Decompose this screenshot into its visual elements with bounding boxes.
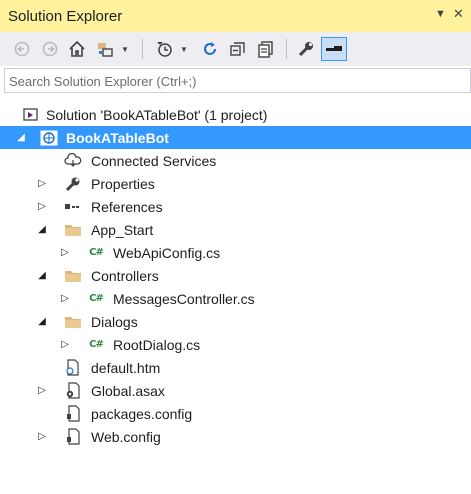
properties-icon[interactable] [295, 37, 317, 61]
collapsed-arrow-icon[interactable]: ▷ [35, 425, 49, 448]
title-bar: Solution Explorer ▼ ✕ [0, 0, 471, 32]
config-file-icon [64, 405, 82, 422]
html-file-icon [64, 359, 82, 376]
tree-item-web-config[interactable]: ▷ Web.config [0, 425, 471, 448]
references-icon [64, 198, 82, 215]
tree-item-controllers[interactable]: ◢ Controllers [0, 264, 471, 287]
switch-views-icon[interactable] [94, 37, 116, 61]
tree-item-default-htm[interactable]: default.htm [0, 356, 471, 379]
show-all-files-icon[interactable] [255, 37, 277, 61]
tree-item-messagescontroller[interactable]: ▷ C# MessagesController.cs [0, 287, 471, 310]
tree-item-label: packages.config [91, 406, 193, 422]
tree-item-label: BookATableBot [66, 130, 169, 146]
tree-item-label: Solution 'BookATableBot' (1 project) [46, 107, 268, 123]
config-file-icon [64, 382, 82, 399]
filter-dropdown-icon[interactable]: ▼ [177, 37, 191, 61]
collapsed-arrow-icon[interactable]: ▷ [58, 333, 72, 356]
expanded-arrow-icon[interactable]: ◢ [35, 264, 49, 287]
preview-selected-icon[interactable] [321, 37, 347, 61]
tree-item-references[interactable]: ▷ References [0, 195, 471, 218]
tree-item-rootdialog[interactable]: ▷ C# RootDialog.cs [0, 333, 471, 356]
tree-item-project[interactable]: ◢ BookATableBot [0, 126, 471, 149]
tree-item-label: Web.config [91, 429, 161, 445]
collapsed-arrow-icon[interactable]: ▷ [35, 172, 49, 195]
folder-icon [64, 267, 82, 284]
expanded-arrow-icon[interactable]: ◢ [35, 310, 49, 333]
pending-changes-filter-icon[interactable] [153, 37, 175, 61]
forward-icon[interactable] [40, 37, 60, 61]
solution-icon [22, 106, 40, 123]
toolbar: ▼ ▼ [0, 32, 471, 66]
tree-item-label: WebApiConfig.cs [113, 245, 221, 261]
collapsed-arrow-icon[interactable]: ▷ [35, 195, 49, 218]
dropdown-pin-icon[interactable]: ▼ [435, 8, 446, 20]
window-title: Solution Explorer [8, 8, 123, 25]
tree-item-app-start[interactable]: ◢ App_Start [0, 218, 471, 241]
tree-item-webapiconfig[interactable]: ▷ C# WebApiConfig.cs [0, 241, 471, 264]
home-icon[interactable] [66, 37, 88, 61]
expanded-arrow-icon[interactable]: ◢ [14, 126, 28, 149]
tree-item-label: App_Start [91, 222, 154, 238]
collapsed-arrow-icon[interactable]: ▷ [58, 241, 72, 264]
search-input[interactable]: Search Solution Explorer (Ctrl+;) [4, 68, 471, 93]
collapsed-arrow-icon[interactable]: ▷ [58, 287, 72, 310]
tree-item-connected-services[interactable]: Connected Services [0, 149, 471, 172]
expanded-arrow-icon[interactable]: ◢ [35, 218, 49, 241]
tree-item-properties[interactable]: ▷ Properties [0, 172, 471, 195]
search-placeholder: Search Solution Explorer (Ctrl+;) [9, 74, 197, 89]
collapsed-arrow-icon[interactable]: ▷ [35, 379, 49, 402]
tree-item-label: References [91, 199, 163, 215]
tree-item-packages-config[interactable]: packages.config [0, 402, 471, 425]
tree-item-label: default.htm [91, 360, 161, 376]
tree-item-dialogs[interactable]: ◢ Dialogs [0, 310, 471, 333]
toolbar-separator [142, 39, 143, 59]
tree-item-solution[interactable]: Solution 'BookATableBot' (1 project) [0, 103, 471, 126]
tree-item-label: Controllers [91, 268, 159, 284]
tree-item-label: RootDialog.cs [113, 337, 201, 353]
cloud-services-icon [64, 152, 82, 169]
refresh-icon[interactable] [199, 37, 221, 61]
tree-item-label: Global.asax [91, 383, 165, 399]
web-project-icon [40, 129, 58, 146]
tree-item-label: MessagesController.cs [113, 291, 255, 307]
csharp-file-icon: C# [89, 339, 104, 350]
tree-item-label: Properties [91, 176, 155, 192]
tree-item-label: Connected Services [91, 153, 217, 169]
tree-item-global-asax[interactable]: ▷ Global.asax [0, 379, 471, 402]
folder-icon [64, 313, 82, 330]
config-file-icon [64, 428, 82, 445]
toolbar-separator [286, 39, 287, 59]
csharp-file-icon: C# [89, 247, 104, 258]
tree-item-label: Dialogs [91, 314, 138, 330]
csharp-file-icon: C# [89, 293, 104, 304]
close-icon[interactable]: ✕ [453, 6, 464, 22]
wrench-icon [64, 175, 82, 192]
back-icon[interactable] [12, 37, 32, 61]
switch-views-dropdown-icon[interactable]: ▼ [118, 37, 132, 61]
collapse-all-icon[interactable] [227, 37, 249, 61]
folder-icon [64, 221, 82, 238]
